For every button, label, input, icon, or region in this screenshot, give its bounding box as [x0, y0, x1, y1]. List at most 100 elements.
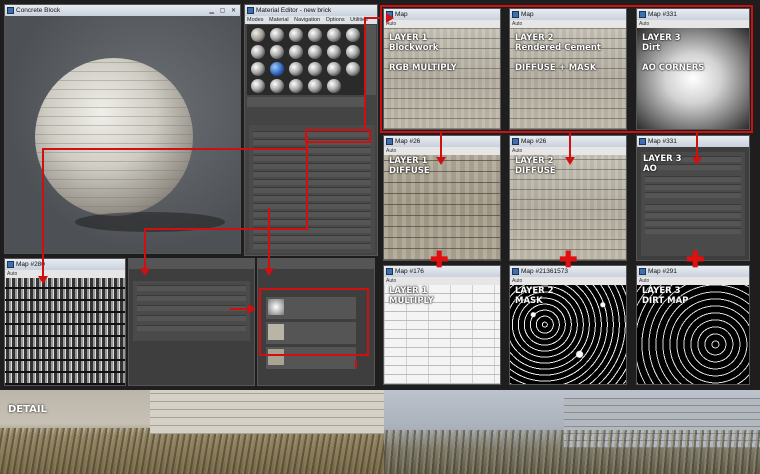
sample-slot[interactable]	[251, 79, 265, 93]
material-editor-title: Material Editor - new brick	[256, 7, 332, 14]
sample-slot[interactable]	[270, 45, 284, 59]
connector-line	[144, 228, 146, 270]
map-icon	[512, 268, 519, 275]
map-window-title: Map #26	[521, 138, 547, 145]
panel-toolbar[interactable]	[258, 259, 374, 269]
sample-slot[interactable]	[270, 28, 284, 42]
layer-number: LAYER 3	[643, 154, 682, 164]
menu-material[interactable]: Material	[269, 17, 289, 23]
map-window-titlebar[interactable]: Map #331	[637, 9, 749, 20]
map-window-title: Map #291	[648, 268, 677, 275]
layer-number: LAYER 2	[515, 156, 554, 166]
channel-tab[interactable]: Auto	[384, 277, 500, 285]
menu-navigation[interactable]: Navigation	[294, 17, 320, 23]
sample-slot[interactable]	[327, 28, 341, 42]
wall-face	[150, 390, 384, 434]
connector-line	[440, 133, 442, 159]
map-window-titlebar[interactable]: Map	[384, 9, 500, 20]
sample-slot[interactable]	[308, 45, 322, 59]
layer-label: LAYER 3 AO	[643, 154, 682, 174]
layer-stack-highlight	[259, 288, 369, 356]
small-map-window: Map #280 Auto	[4, 258, 126, 386]
map-window-layer1-bottom: Map #176 Auto LAYER 1 MULTIPLY	[383, 265, 501, 385]
sample-slot[interactable]	[270, 79, 284, 93]
map-window-layer3-mid: Map #331 LAYER 3 AO	[636, 135, 750, 261]
channel-tab[interactable]: Auto	[637, 20, 749, 28]
sample-slot[interactable]	[308, 28, 322, 42]
map-window-titlebar[interactable]: Map #331	[637, 136, 749, 147]
channel-tab[interactable]: Auto	[510, 277, 626, 285]
layer-name: Rendered Cement	[515, 43, 601, 53]
material-editor-titlebar[interactable]: Material Editor - new brick	[245, 5, 377, 16]
map-window-layer3-bottom: Map #291 Auto LAYER 3 DIRT MAP	[636, 265, 750, 385]
map-window-layer2-bottom: Map #21361573 Auto LAYER 2 MASK	[509, 265, 627, 385]
menu-options[interactable]: Options	[326, 17, 345, 23]
sample-slot[interactable]	[270, 62, 284, 76]
grass	[0, 428, 384, 474]
side-toolbar[interactable]	[366, 25, 376, 95]
connector-line	[355, 360, 357, 368]
map-icon	[512, 11, 519, 18]
render-window-titlebar[interactable]: Concrete Block ▁ ▢ ✕	[5, 5, 240, 16]
map-window-layer2-mid: Map #26 Auto LAYER 2 DIFFUSE	[509, 135, 627, 261]
sample-slot[interactable]	[308, 62, 322, 76]
sample-slot[interactable]	[289, 28, 303, 42]
map-window-titlebar[interactable]: Map #26	[384, 136, 500, 147]
diffuse-slot-highlight	[305, 129, 371, 143]
sample-slot[interactable]	[327, 79, 341, 93]
map-window-titlebar[interactable]: Map	[510, 9, 626, 20]
channel-tab[interactable]: Auto	[384, 147, 500, 155]
arrow-down-icon	[436, 157, 446, 165]
channel-tab[interactable]: Auto	[5, 270, 125, 278]
sample-slot[interactable]	[346, 62, 360, 76]
sample-slot[interactable]	[346, 28, 360, 42]
sample-slot[interactable]	[327, 62, 341, 76]
connector-line	[144, 228, 306, 230]
sample-slot[interactable]	[327, 45, 341, 59]
sample-slot[interactable]	[251, 28, 265, 42]
map-window-title: Map #331	[648, 11, 677, 18]
arrow-down-icon	[264, 268, 274, 276]
bottom-toolbar[interactable]	[247, 97, 365, 107]
layer-name: MULTIPLY	[389, 296, 434, 306]
small-map-title: Map #280	[16, 261, 45, 268]
sample-slot[interactable]	[251, 62, 265, 76]
arrow-down-icon	[692, 157, 702, 165]
connector-line	[306, 136, 308, 230]
layer-name: Blockwork	[389, 43, 439, 53]
channel-tab[interactable]: Auto	[510, 147, 626, 155]
arrow-right-icon	[386, 13, 394, 23]
layer-name: DIFFUSE	[515, 166, 556, 176]
render-window-title: Concrete Block	[16, 7, 61, 14]
layer-label: LAYER 2 MASK	[515, 286, 554, 306]
small-map-titlebar[interactable]: Map #280	[5, 259, 125, 270]
channel-tab[interactable]: Auto	[510, 20, 626, 28]
material-editor-window: Material Editor - new brick Modes Materi…	[244, 4, 378, 256]
layer-label: LAYER 2 Rendered Cement DIFFUSE + MASK	[515, 33, 601, 73]
detail-photo-right	[384, 390, 760, 474]
panel-rollout	[133, 281, 250, 341]
plus-icon: ✚	[686, 247, 705, 272]
map-icon	[7, 261, 14, 268]
menu-modes[interactable]: Modes	[247, 17, 264, 23]
arrow-right-icon	[248, 304, 256, 314]
channel-tab[interactable]: Auto	[384, 20, 500, 28]
map-window-titlebar[interactable]: Map #26	[510, 136, 626, 147]
sample-slot[interactable]	[346, 45, 360, 59]
sample-slot[interactable]	[289, 62, 303, 76]
map-window-layer2-top: Map Auto LAYER 2 Rendered Cement DIFFUSE…	[509, 8, 627, 130]
layer-name: DIFFUSE	[389, 166, 430, 176]
channel-tab[interactable]: Auto	[637, 277, 749, 285]
sample-slot[interactable]	[289, 79, 303, 93]
detail-strip: DETAIL	[0, 390, 760, 474]
sample-slot[interactable]	[289, 45, 303, 59]
layer-label: LAYER 3 DIRT MAP	[642, 286, 688, 306]
sample-slot[interactable]	[308, 79, 322, 93]
layer-label: LAYER 3 Dirt AO CORNERS	[642, 33, 704, 73]
layer-mode: RGB MULTIPLY	[389, 63, 457, 73]
sample-slot[interactable]	[251, 45, 265, 59]
layer-label: LAYER 1 DIFFUSE	[389, 156, 430, 176]
layer-name: AO	[643, 164, 657, 174]
concrete-sphere	[35, 58, 193, 216]
map-window-title: Map	[395, 11, 408, 18]
